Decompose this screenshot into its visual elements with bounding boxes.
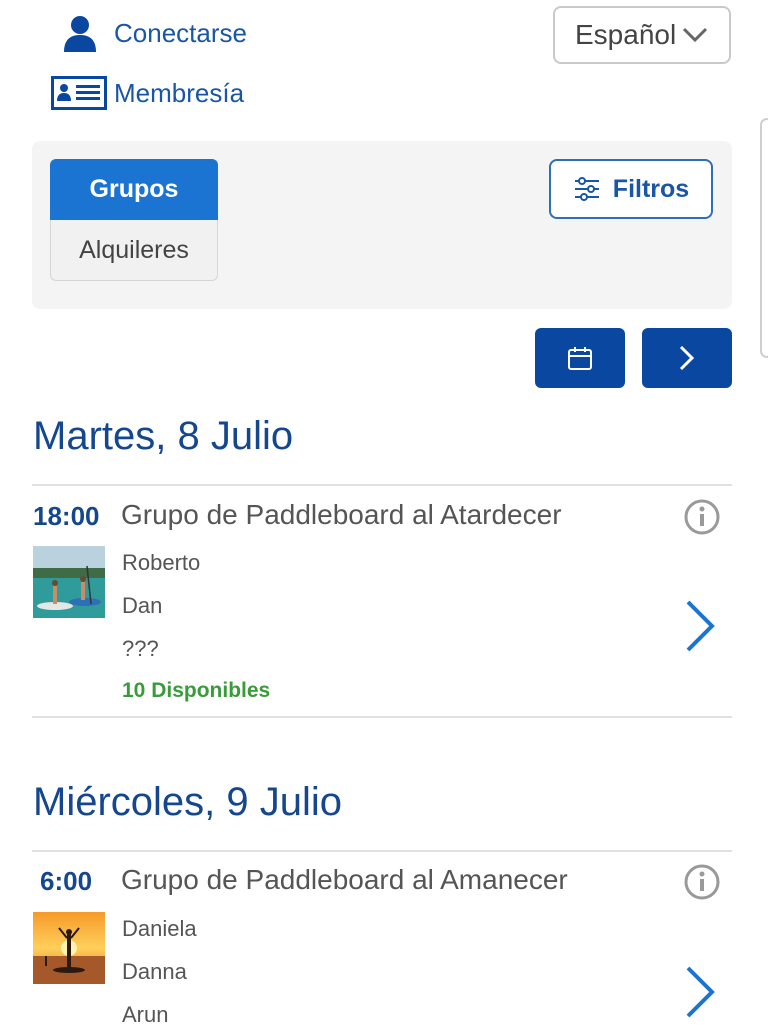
day-heading: Martes, 8 Julio [33,414,294,458]
membership-card-icon [51,76,107,110]
tab-rentals[interactable]: Alquileres [50,220,218,281]
availability-label: 10 Disponibles [122,679,271,702]
login-link[interactable]: Conectarse [62,14,247,52]
chevron-right-icon[interactable] [680,962,720,1022]
divider [32,716,732,718]
event-title: Grupo de Paddleboard al Amanecer [121,864,568,895]
language-select[interactable]: Español [553,6,731,64]
divider [32,850,732,852]
event-time: 6:00 [40,866,93,896]
chevron-down-icon [682,27,708,43]
tab-panel: Grupos Alquileres Filtros [32,141,732,309]
day-heading: Miércoles, 9 Julio [33,780,343,824]
user-icon [62,14,98,52]
login-label: Conectarse [114,17,247,48]
membership-link[interactable]: Membresía [51,76,244,110]
guide-name: Arun [122,1002,169,1027]
guide-name: Daniela [122,916,197,941]
info-icon[interactable] [684,864,720,900]
filters-label: Filtros [612,174,690,203]
tab-groups[interactable]: Grupos [50,159,218,220]
chevron-right-icon [678,345,696,371]
calendar-icon [567,345,593,371]
language-value: Español [575,19,677,50]
scrollbar[interactable] [760,118,768,358]
filters-button[interactable]: Filtros [549,159,713,219]
guide-name: ??? [122,636,159,661]
event-title: Grupo de Paddleboard al Atardecer [121,499,562,530]
guide-name: Roberto [122,550,201,575]
chevron-right-icon[interactable] [680,596,720,656]
next-day-button[interactable] [642,328,732,388]
membership-label: Membresía [114,77,245,108]
event-thumbnail [33,912,105,984]
info-icon[interactable] [684,499,720,535]
guide-name: Dan [122,593,163,618]
calendar-button[interactable] [535,328,625,388]
event-thumbnail [33,546,105,618]
event-time: 18:00 [33,501,100,531]
guide-name: Danna [122,959,187,984]
sliders-icon [573,177,601,201]
divider [32,484,732,486]
